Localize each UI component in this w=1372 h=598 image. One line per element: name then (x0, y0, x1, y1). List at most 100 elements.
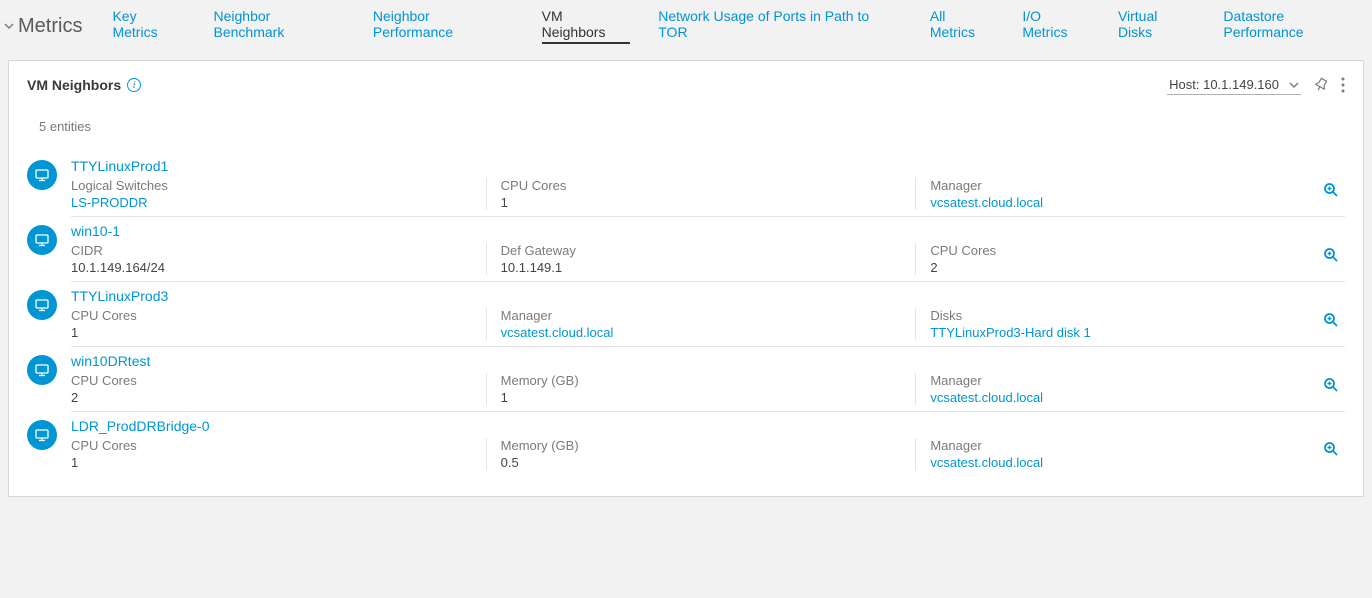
col-label: Disks (930, 308, 1331, 323)
col-value: 1 (501, 195, 902, 210)
col-label: Manager (930, 178, 1331, 193)
col-value: 1 (71, 325, 472, 340)
entity-cols: CIDR 10.1.149.164/24 Def Gateway 10.1.149.1… (71, 243, 1345, 275)
col-label: CPU Cores (501, 178, 902, 193)
col-label: CPU Cores (71, 308, 472, 323)
entity-col: Memory (GB) 0.5 (486, 438, 916, 470)
zoom-in-icon[interactable] (1323, 441, 1339, 460)
tab-key-metrics[interactable]: Key Metrics (112, 8, 185, 44)
entity-col: CPU Cores 2 (915, 243, 1345, 275)
col-value-link[interactable]: vcsatest.cloud.local (930, 195, 1331, 210)
col-value-link[interactable]: vcsatest.cloud.local (930, 455, 1331, 470)
entity-name-link[interactable]: TTYLinuxProd3 (71, 288, 168, 304)
col-value: 1 (71, 455, 472, 470)
col-value-link[interactable]: vcsatest.cloud.local (501, 325, 902, 340)
tab-neighbor-performance[interactable]: Neighbor Performance (373, 8, 514, 44)
entity-body: LDR_ProdDRBridge-0 CPU Cores 1 Memory (GB) 0… (71, 418, 1345, 476)
entities-count: 5 entities (27, 119, 1345, 134)
entity-col: CPU Cores 1 (71, 438, 486, 470)
vm-icon (27, 290, 57, 320)
col-value-link[interactable]: TTYLinuxProd3-Hard disk 1 (930, 325, 1331, 340)
col-value-link[interactable]: vcsatest.cloud.local (930, 390, 1331, 405)
panel-header: VM Neighbors i Host: 10.1.149.160 (27, 75, 1345, 95)
vm-neighbors-panel: VM Neighbors i Host: 10.1.149.160 5 enti… (8, 60, 1364, 497)
entity-cols: CPU Cores 1 Memory (GB) 0.5 Manager vcsatest.… (71, 438, 1345, 470)
zoom-in-icon[interactable] (1323, 182, 1339, 201)
entity-body: win10-1 CIDR 10.1.149.164/24 Def Gateway 10.… (71, 223, 1345, 282)
tab-all-metrics[interactable]: All Metrics (930, 8, 995, 44)
col-label: Manager (930, 438, 1331, 453)
tab-datastore-performance[interactable]: Datastore Performance (1223, 8, 1368, 44)
entity-col: Manager vcsatest.cloud.local (915, 373, 1345, 405)
metrics-collapse-toggle[interactable]: Metrics (4, 15, 112, 38)
entity-cols: Logical Switches LS-PRODDR CPU Cores 1 Manag… (71, 178, 1345, 210)
entity-body: TTYLinuxProd1 Logical Switches LS-PRODDR CP… (71, 158, 1345, 217)
vm-icon (27, 355, 57, 385)
entity-row: win10DRtest CPU Cores 2 Memory (GB) 1 Manager… (27, 347, 1345, 412)
col-value: 10.1.149.164/24 (71, 260, 472, 275)
col-label: CPU Cores (71, 373, 472, 388)
entity-cols: CPU Cores 1 Manager vcsatest.cloud.local Dis… (71, 308, 1345, 340)
host-select[interactable]: Host: 10.1.149.160 (1167, 75, 1301, 95)
zoom-in-icon[interactable] (1323, 312, 1339, 331)
info-icon[interactable]: i (127, 78, 141, 92)
kebab-icon[interactable] (1341, 77, 1345, 93)
entity-col: Manager vcsatest.cloud.local (915, 178, 1345, 210)
pin-icon[interactable] (1313, 77, 1329, 93)
zoom-in-icon[interactable] (1323, 247, 1339, 266)
entity-col: CPU Cores 1 (71, 308, 486, 340)
col-label: Manager (930, 373, 1331, 388)
entity-name-link[interactable]: win10-1 (71, 223, 120, 239)
col-value: 2 (71, 390, 472, 405)
entities-list: TTYLinuxProd1 Logical Switches LS-PRODDR CP… (27, 152, 1345, 476)
entity-col: Disks TTYLinuxProd3-Hard disk 1 (915, 308, 1345, 340)
chevron-down-icon (1289, 80, 1299, 90)
entity-col: Manager vcsatest.cloud.local (486, 308, 916, 340)
vm-icon (27, 225, 57, 255)
zoom-in-icon[interactable] (1323, 377, 1339, 396)
entity-col: CPU Cores 1 (486, 178, 916, 210)
col-value: 2 (930, 260, 1331, 275)
entity-row: TTYLinuxProd3 CPU Cores 1 Manager vcsatest.c… (27, 282, 1345, 347)
col-label: Memory (GB) (501, 438, 902, 453)
entity-col: Manager vcsatest.cloud.local (915, 438, 1345, 470)
col-value-link[interactable]: LS-PRODDR (71, 195, 472, 210)
col-label: Def Gateway (501, 243, 902, 258)
tab-i-o-metrics[interactable]: I/O Metrics (1022, 8, 1090, 44)
chevron-down-icon (4, 21, 14, 31)
host-select-label: Host: 10.1.149.160 (1169, 77, 1279, 92)
tab-neighbor-benchmark[interactable]: Neighbor Benchmark (214, 8, 345, 44)
entity-name-link[interactable]: win10DRtest (71, 353, 150, 369)
tab-vm-neighbors[interactable]: VM Neighbors (542, 8, 631, 44)
col-label: Manager (501, 308, 902, 323)
vm-icon (27, 160, 57, 190)
entity-col: Memory (GB) 1 (486, 373, 916, 405)
col-value: 10.1.149.1 (501, 260, 902, 275)
tab-virtual-disks[interactable]: Virtual Disks (1118, 8, 1195, 44)
entity-body: TTYLinuxProd3 CPU Cores 1 Manager vcsatest.c… (71, 288, 1345, 347)
panel-title: VM Neighbors (27, 77, 121, 93)
col-label: CIDR (71, 243, 472, 258)
entity-row: LDR_ProdDRBridge-0 CPU Cores 1 Memory (GB) 0… (27, 412, 1345, 476)
entity-row: win10-1 CIDR 10.1.149.164/24 Def Gateway 10.… (27, 217, 1345, 282)
entity-col: CIDR 10.1.149.164/24 (71, 243, 486, 275)
metrics-bar: Metrics Key Metrics Neighbor Benchmark Nei… (0, 0, 1372, 50)
entity-col: Logical Switches LS-PRODDR (71, 178, 486, 210)
entity-name-link[interactable]: LDR_ProdDRBridge-0 (71, 418, 210, 434)
entity-col: CPU Cores 2 (71, 373, 486, 405)
panel-title-wrap: VM Neighbors i (27, 77, 141, 93)
col-label: CPU Cores (930, 243, 1331, 258)
tab-network-usage-of-ports-in-path-to-tor[interactable]: Network Usage of Ports in Path to TOR (658, 8, 902, 44)
entity-body: win10DRtest CPU Cores 2 Memory (GB) 1 Manager… (71, 353, 1345, 412)
col-value: 1 (501, 390, 902, 405)
panel-header-actions: Host: 10.1.149.160 (1167, 75, 1345, 95)
col-label: Logical Switches (71, 178, 472, 193)
entity-row: TTYLinuxProd1 Logical Switches LS-PRODDR CP… (27, 152, 1345, 217)
metrics-title: Metrics (18, 15, 82, 38)
entity-name-link[interactable]: TTYLinuxProd1 (71, 158, 168, 174)
entity-col: Def Gateway 10.1.149.1 (486, 243, 916, 275)
entity-cols: CPU Cores 2 Memory (GB) 1 Manager vcsatest.cl… (71, 373, 1345, 405)
col-label: CPU Cores (71, 438, 472, 453)
col-value: 0.5 (501, 455, 902, 470)
col-label: Memory (GB) (501, 373, 902, 388)
